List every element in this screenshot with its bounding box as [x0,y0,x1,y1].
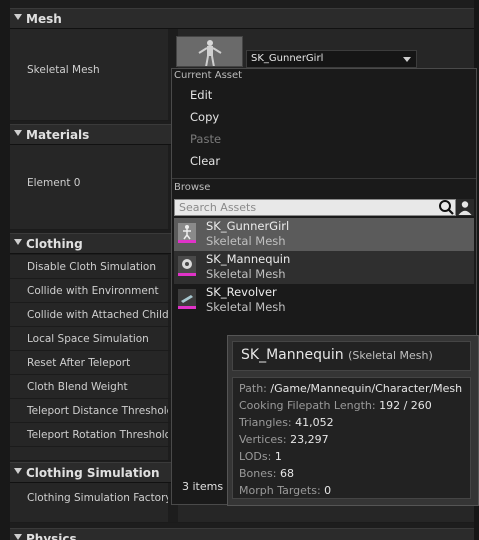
tooltip-line-vertices: Vertices: 23,297 [239,433,329,446]
property-label: Disable Cloth Simulation [27,261,156,273]
asset-type: Skeletal Mesh [206,234,286,248]
collapse-arrow-icon [14,130,22,136]
view-options-button[interactable] [456,199,474,216]
asset-name: SK_GunnerGirl [206,219,290,233]
property-label: Local Space Simulation [27,333,149,345]
tooltip-header: SK_Mannequin (Skeletal Mesh) [232,341,471,371]
property-label: Skeletal Mesh [27,64,100,76]
section-header-browse: Browse [174,182,211,193]
property-label: Clothing Simulation Factory [27,492,172,504]
category-label: Physics [26,532,77,540]
asset-name: SK_Revolver [206,285,277,299]
asset-type: Skeletal Mesh [206,300,286,314]
tooltip-title-line: SK_Mannequin (Skeletal Mesh) [241,347,433,363]
section-header-current-asset: Current Asset [174,70,243,81]
tooltip-details: Path: /Game/Mannequin/Character/Mesh Coo… [232,377,471,499]
chevron-down-icon [403,57,411,62]
skeletal-mesh-icon [178,223,196,243]
tooltip-line-morph-targets: Morph Targets: 0 [239,484,332,497]
character-preview-icon [177,37,242,66]
category-label: Clothing [26,237,83,251]
search-icon [439,200,454,215]
category-label: Materials [26,128,90,142]
menu-separator [172,178,476,179]
tooltip-line-triangles: Triangles: 41,052 [239,416,334,429]
user-icon [458,201,472,215]
property-label: Cloth Blend Weight [27,381,128,393]
property-label: Teleport Rotation Threshold [27,429,172,441]
category-label: Mesh [26,12,62,26]
property-label: Collide with Attached Childre [27,309,180,321]
category-physics[interactable]: Physics [10,528,474,540]
panel-left-edge [0,0,10,540]
asset-list-item[interactable]: SK_GunnerGirl Skeletal Mesh [174,218,474,251]
category-label: Clothing Simulation [26,466,160,480]
collapse-arrow-icon [14,239,22,245]
menu-item-copy[interactable]: Copy [190,110,219,124]
asset-list-item[interactable]: SK_Revolver Skeletal Mesh [174,284,474,317]
tooltip-subtitle: (Skeletal Mesh) [348,349,433,362]
asset-name: SK_Mannequin [206,252,291,266]
search-placeholder: Search Assets [179,201,257,214]
menu-item-paste[interactable]: Paste [190,132,221,146]
tooltip-line-lods: LODs: 1 [239,450,282,463]
menu-item-edit[interactable]: Edit [190,88,212,102]
property-label: Collide with Environment [27,285,159,297]
skeletal-mesh-icon [178,256,196,276]
item-count: 3 items ( [182,480,231,493]
property-label: Reset After Teleport [27,357,131,369]
asset-list-item[interactable]: SK_Mannequin Skeletal Mesh [174,251,474,284]
tooltip-line-cooking-filepath: Cooking Filepath Length: 192 / 260 [239,399,432,412]
asset-thumbnail[interactable] [176,36,243,67]
property-label: Element 0 [27,177,81,189]
combo-value: SK_GunnerGirl [251,53,324,64]
collapse-arrow-icon [14,534,22,540]
skeletal-mesh-icon [178,289,196,309]
property-label: Teleport Distance Threshold [27,405,174,417]
collapse-arrow-icon [14,468,22,474]
skeletal-mesh-combo[interactable]: SK_GunnerGirl [246,50,417,68]
tooltip-title: SK_Mannequin [241,347,344,363]
search-assets-input[interactable]: Search Assets [174,199,456,216]
tooltip-line-bones: Bones: 68 [239,467,294,480]
asset-type: Skeletal Mesh [206,267,286,281]
menu-item-clear[interactable]: Clear [190,154,220,168]
search-button[interactable] [436,199,456,216]
category-mesh[interactable]: Mesh [10,8,474,29]
tooltip-line-path: Path: /Game/Mannequin/Character/Mesh [239,382,463,395]
collapse-arrow-icon [14,14,22,20]
